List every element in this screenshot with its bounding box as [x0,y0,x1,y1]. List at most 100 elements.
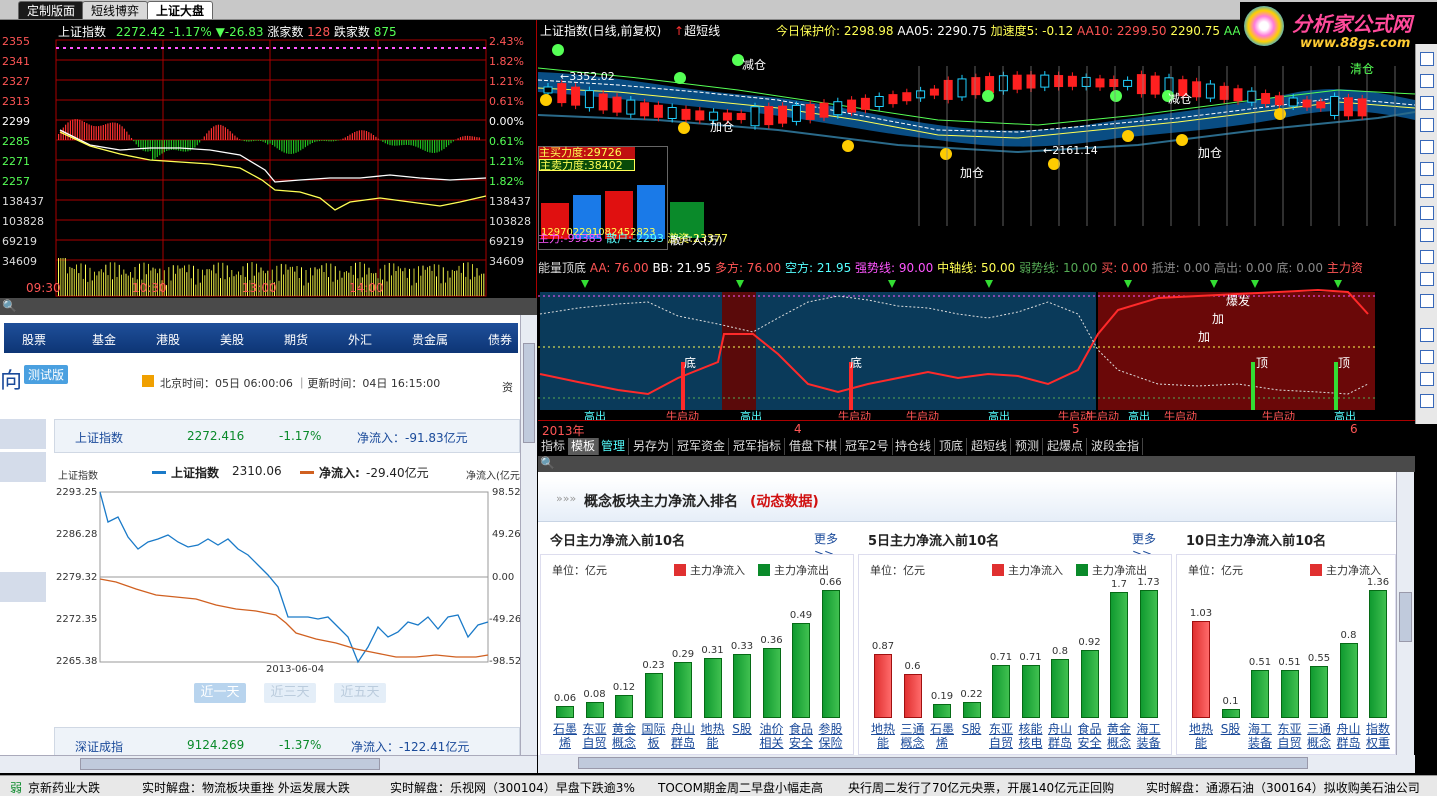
bar-0-5[interactable] [703,657,722,718]
table-icon[interactable] [1420,162,1434,176]
tab-shanghai-index[interactable]: 上证大盘 [147,1,214,19]
nav-forex[interactable]: 外汇 [348,331,372,348]
tab-borrow-chess[interactable]: 借盘下棋 [786,438,842,455]
bar-1-9[interactable] [1139,590,1158,718]
f7-icon[interactable] [1420,272,1434,286]
right-scroll-thumb[interactable] [1399,592,1412,642]
toolbar-icon-1[interactable] [1420,52,1434,66]
tab-champion-fund[interactable]: 冠军资金 [674,438,730,455]
tab-burst-point[interactable]: 起爆点 [1044,438,1088,455]
nav-bonds[interactable]: 债券 [488,331,512,348]
refresh-icon[interactable] [1420,294,1434,308]
bar-1-0[interactable] [874,653,892,718]
bar-label[interactable]: 参股保险 [818,722,844,750]
nav-metals[interactable]: 贵金属 [412,331,448,348]
ticker-5[interactable]: 央行周二发行了70亿元央票，开展140亿元正回购 [848,779,1114,796]
bar-label[interactable]: 油价相关 [759,722,785,750]
chart-line-icon[interactable] [1420,118,1434,132]
bar-label[interactable]: 海工装备 [1247,722,1273,750]
bar-label[interactable]: 地热能 [1188,722,1214,750]
bar-label[interactable]: 东亚自贸 [1277,722,1303,750]
bar-label[interactable]: 舟山群岛 [670,722,696,750]
btn-5day[interactable]: 近五天 [334,683,386,703]
ticker-3[interactable]: 实时解盘：乐视网（300104）早盘下跌逾3% [390,779,635,796]
nav-stocks[interactable]: 股票 [22,331,46,348]
tab-top-bottom[interactable]: 顶底 [936,438,968,455]
bar-1-8[interactable] [1110,592,1128,718]
magnifier-icon-2[interactable]: 🔍 [540,456,555,470]
bar-0-6[interactable] [733,654,751,718]
side-tab-3[interactable] [0,572,46,602]
bar-label[interactable]: 石墨烯 [552,722,578,750]
bar-label[interactable]: 东亚自贸 [988,722,1014,750]
left-scroll-thumb[interactable] [523,343,535,443]
bar-1-7[interactable] [1080,649,1099,718]
tab-save-as[interactable]: 另存为 [630,438,674,455]
ticker-1[interactable]: 京新药业大跌 [28,779,100,796]
bar-label[interactable]: 国际板 [641,722,667,750]
tab-forecast[interactable]: 预测 [1012,438,1044,455]
kline-chart-panel[interactable]: 上证指数(日线,前复权) ↑超短线 今日保护价: 2298.98 AA05: 2… [538,20,1437,258]
bar-label[interactable]: 地热能 [870,722,896,750]
bar-0-8[interactable] [792,622,810,718]
bar-label[interactable]: S股 [729,722,755,736]
nav-funds[interactable]: 基金 [92,331,116,348]
formula-icon[interactable] [1420,250,1434,264]
left-hscroll-thumb[interactable] [80,758,380,770]
side-tab-1[interactable] [0,419,46,449]
tab-band-gold[interactable]: 波段金指 [1088,438,1144,455]
bar-2-6[interactable] [1369,590,1387,718]
bar-label[interactable]: 三通概念 [900,722,926,750]
nav-hk[interactable]: 港股 [156,331,180,348]
ticker-4[interactable]: TOCOM期金周二早盘小幅走高 [658,779,823,796]
list-icon[interactable] [1420,328,1434,342]
bar-label[interactable]: 地热能 [700,722,726,750]
right-horizontal-scrollbar[interactable] [538,755,1415,773]
bar-2-1[interactable] [1221,708,1240,718]
side-tab-2[interactable] [0,452,46,482]
left-splitter[interactable]: 🔍 [0,298,537,315]
bar-2-0[interactable] [1192,621,1210,718]
bar-2-2[interactable] [1251,670,1269,718]
bar-label[interactable]: 食品安全 [1077,722,1103,750]
toolbar-icon-3[interactable] [1420,96,1434,110]
bar-1-6[interactable] [1051,658,1069,718]
bar-label[interactable]: 指数权重 [1365,722,1391,750]
tab-custom-layout[interactable]: 定制版面 [18,1,85,19]
doc-icon[interactable] [1420,206,1434,220]
f10-icon[interactable] [1420,184,1434,198]
tab-champion-2[interactable]: 冠军2号 [842,438,893,455]
ticker-6[interactable]: 实时解盘：通源石油（300164）拟收购美石油公司 [1146,779,1420,796]
bar-label[interactable]: 石墨烯 [929,722,955,750]
bar-1-5[interactable] [1021,665,1040,718]
right-hscroll-thumb[interactable] [578,757,1308,769]
bar-0-7[interactable] [762,648,781,718]
bar-2-4[interactable] [1310,666,1328,718]
tab-champion-indicator[interactable]: 冠军指标 [730,438,786,455]
page-icon[interactable] [1420,228,1434,242]
bar-chart-icon[interactable] [1420,140,1434,154]
bar-label[interactable]: 核能核电 [1018,722,1044,750]
btn-3day[interactable]: 近三天 [264,683,316,703]
right-vertical-scrollbar[interactable] [1396,472,1414,755]
ticker-0[interactable]: 弱 [10,779,22,796]
left-horizontal-scrollbar[interactable] [0,755,537,773]
bar-0-1[interactable] [585,702,604,718]
pencil-icon[interactable] [1420,372,1434,386]
energy-indicator-panel[interactable]: 能量顶底 AA: 76.00 BB: 21.95 多方: 76.00 空方: 2… [538,258,1437,423]
tab-manage[interactable]: 管理 [598,438,630,455]
btn-1day[interactable]: 近一天 [194,683,246,703]
nav-futures[interactable]: 期货 [284,331,308,348]
row-shanghai[interactable]: 上证指数 2272.416 -1.17% 净流入：-91.83亿元 [54,419,520,453]
bar-label[interactable]: 黄金概念 [1106,722,1132,750]
bar-label[interactable]: S股 [1218,722,1244,736]
bar-label[interactable]: S股 [959,722,985,736]
row-shenzhen[interactable]: 深证成指 9124.269 -1.37% 净流入：-122.41亿元 [54,727,520,755]
bar-2-5[interactable] [1339,642,1358,718]
tab-short-game[interactable]: 短线博弈 [82,1,149,19]
bar-0-9[interactable] [821,590,840,718]
bar-label[interactable]: 舟山群岛 [1336,722,1362,750]
bar-2-3[interactable] [1280,670,1299,718]
export-icon[interactable] [1420,394,1434,408]
bar-label[interactable]: 食品安全 [788,722,814,750]
